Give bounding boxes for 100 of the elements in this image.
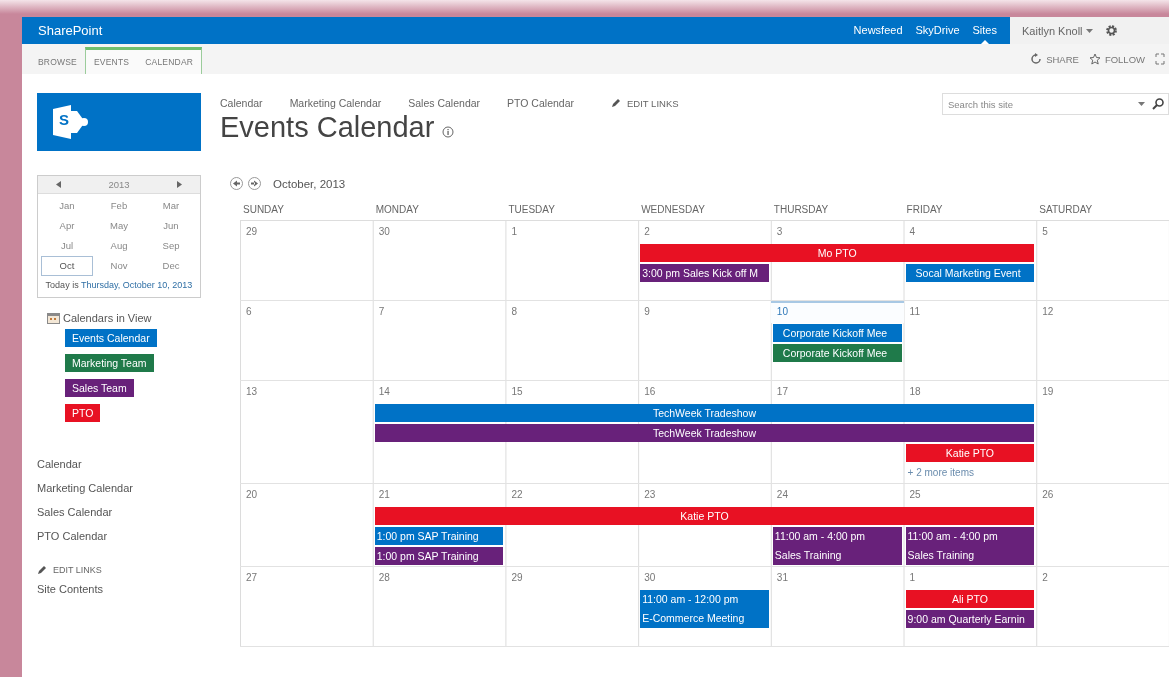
day-number[interactable]: 17 [770, 381, 904, 403]
event-chip[interactable]: TechWeek Tradeshow [374, 404, 1035, 422]
day-number[interactable]: 29 [505, 567, 639, 589]
event-chip[interactable]: 11:00 am - 4:00 pm Sales Training [905, 527, 1035, 565]
event-chip[interactable]: 1:00 pm SAP Training [374, 527, 504, 545]
nav-link[interactable]: Calendar [37, 457, 202, 472]
follow-button[interactable]: FOLLOW [1088, 53, 1145, 65]
month-item[interactable]: Oct [41, 256, 93, 276]
event-chip[interactable]: Corporate Kickoff Mee [772, 344, 902, 362]
focus-icon[interactable] [1155, 53, 1165, 65]
event-chip[interactable]: Corporate Kickoff Mee [772, 324, 902, 342]
day-number[interactable]: 26 [1036, 484, 1169, 506]
day-number[interactable]: 29 [240, 221, 373, 243]
event-chip[interactable]: 3:00 pm Sales Kick off M [640, 264, 769, 282]
day-number[interactable]: 14 [372, 381, 506, 403]
next-year-icon[interactable] [177, 181, 182, 188]
share-button[interactable]: SHARE [1030, 53, 1079, 65]
day-number[interactable]: 25 [903, 484, 1037, 506]
brand-name[interactable]: SharePoint [38, 23, 103, 38]
calendar-tag[interactable]: PTO [65, 404, 101, 422]
day-number[interactable]: 21 [372, 484, 506, 506]
suite-link[interactable]: Newsfeed [853, 17, 903, 44]
day-number[interactable]: 16 [638, 381, 771, 403]
more-items-link[interactable]: + 2 more items [905, 464, 1035, 482]
previous-month-button[interactable] [230, 177, 243, 190]
event-chip[interactable]: Mo PTO [640, 244, 1035, 262]
caret-icon[interactable] [1085, 28, 1093, 33]
day-number[interactable]: 20 [240, 484, 373, 506]
day-number[interactable]: 28 [372, 567, 506, 589]
day-number[interactable]: 9 [638, 301, 771, 323]
caret-icon[interactable] [1138, 102, 1145, 106]
day-number[interactable]: 24 [770, 484, 904, 506]
day-number[interactable]: 1 [505, 221, 639, 243]
month-item[interactable]: Aug [93, 236, 145, 256]
search-icon[interactable] [1152, 98, 1164, 110]
day-number[interactable]: 7 [372, 301, 506, 323]
day-number[interactable]: 27 [240, 567, 373, 589]
month-item[interactable]: Dec [145, 256, 197, 276]
edit-links-button[interactable]: EDIT LINKS [37, 565, 202, 575]
nav-link[interactable]: Site Contents [37, 582, 202, 597]
top-nav-link[interactable]: Sales Calendar [408, 97, 481, 109]
month-item[interactable]: Jul [41, 236, 93, 256]
day-number[interactable]: 11 [903, 301, 1037, 323]
month-item[interactable]: Jun [145, 216, 197, 236]
day-number[interactable]: 8 [505, 301, 639, 323]
event-chip[interactable]: 11:00 am - 12:00 pm E-Commerce Meeting [640, 590, 769, 628]
event-chip[interactable]: Katie PTO [905, 444, 1035, 462]
day-number[interactable]: 22 [505, 484, 639, 506]
settings-icon[interactable] [1104, 24, 1118, 37]
next-month-button[interactable] [248, 177, 261, 190]
day-number[interactable]: 4 [903, 221, 1037, 243]
day-number[interactable]: 19 [1036, 381, 1169, 403]
event-chip[interactable]: TechWeek Tradeshow [374, 424, 1035, 442]
nav-link[interactable]: Sales Calendar [37, 505, 202, 520]
day-number[interactable]: 1 [903, 567, 1037, 589]
ribbon-tab[interactable]: EVENTS [86, 50, 138, 74]
month-item[interactable]: Apr [41, 216, 93, 236]
nav-link[interactable]: Marketing Calendar [37, 481, 202, 496]
search-field[interactable]: Search this site [942, 93, 1169, 115]
event-chip[interactable]: 1:00 pm SAP Training [374, 547, 504, 565]
top-nav-link[interactable]: PTO Calendar [507, 97, 574, 109]
day-number[interactable]: 30 [638, 567, 771, 589]
event-chip[interactable]: Ali PTO [905, 590, 1035, 608]
calendar-tag[interactable]: Marketing Team [65, 354, 154, 372]
today-link[interactable]: Thursday, October 10, 2013 [80, 280, 193, 290]
month-item[interactable]: Sep [145, 236, 197, 256]
info-icon[interactable] [442, 125, 455, 138]
month-item[interactable]: Nov [93, 256, 145, 276]
user-name[interactable]: Kaitlyn Knoll [1022, 24, 1083, 37]
day-number[interactable]: 15 [505, 381, 639, 403]
calendar-tag[interactable]: Events Calendar [65, 329, 157, 347]
day-number[interactable]: 10 [770, 301, 904, 323]
top-nav-link[interactable]: Marketing Calendar [289, 97, 382, 109]
day-number[interactable]: 31 [770, 567, 904, 589]
day-number[interactable]: 18 [903, 381, 1037, 403]
day-number[interactable]: 3 [770, 221, 904, 243]
month-item[interactable]: Feb [93, 196, 145, 216]
calendar-tag[interactable]: Sales Team [65, 379, 134, 397]
event-chip[interactable]: 11:00 am - 4:00 pm Sales Training [772, 527, 902, 565]
day-number[interactable]: 6 [240, 301, 373, 323]
day-number[interactable]: 5 [1036, 221, 1169, 243]
event-chip[interactable]: 9:00 am Quarterly Earnin [905, 610, 1035, 628]
top-nav-link[interactable]: Calendar [220, 97, 263, 109]
day-number[interactable]: 13 [240, 381, 373, 403]
previous-year-icon[interactable] [56, 181, 61, 188]
nav-link[interactable]: PTO Calendar [37, 529, 202, 544]
month-item[interactable]: Mar [145, 196, 197, 216]
month-item[interactable]: Jan [41, 196, 93, 216]
day-number[interactable]: 30 [372, 221, 506, 243]
month-item[interactable]: May [93, 216, 145, 236]
edit-links-button[interactable]: EDIT LINKS [611, 97, 679, 109]
day-number[interactable]: 2 [638, 221, 771, 243]
day-number[interactable]: 12 [1036, 301, 1169, 323]
event-chip[interactable]: Katie PTO [374, 507, 1035, 525]
event-chip[interactable]: Socal Marketing Event [905, 264, 1035, 282]
suite-link[interactable]: Sites [972, 17, 997, 44]
ribbon-tab[interactable]: CALENDAR [137, 50, 202, 74]
ribbon-tab[interactable]: BROWSE [30, 50, 85, 74]
suite-link[interactable]: SkyDrive [915, 17, 960, 44]
day-number[interactable]: 23 [638, 484, 771, 506]
